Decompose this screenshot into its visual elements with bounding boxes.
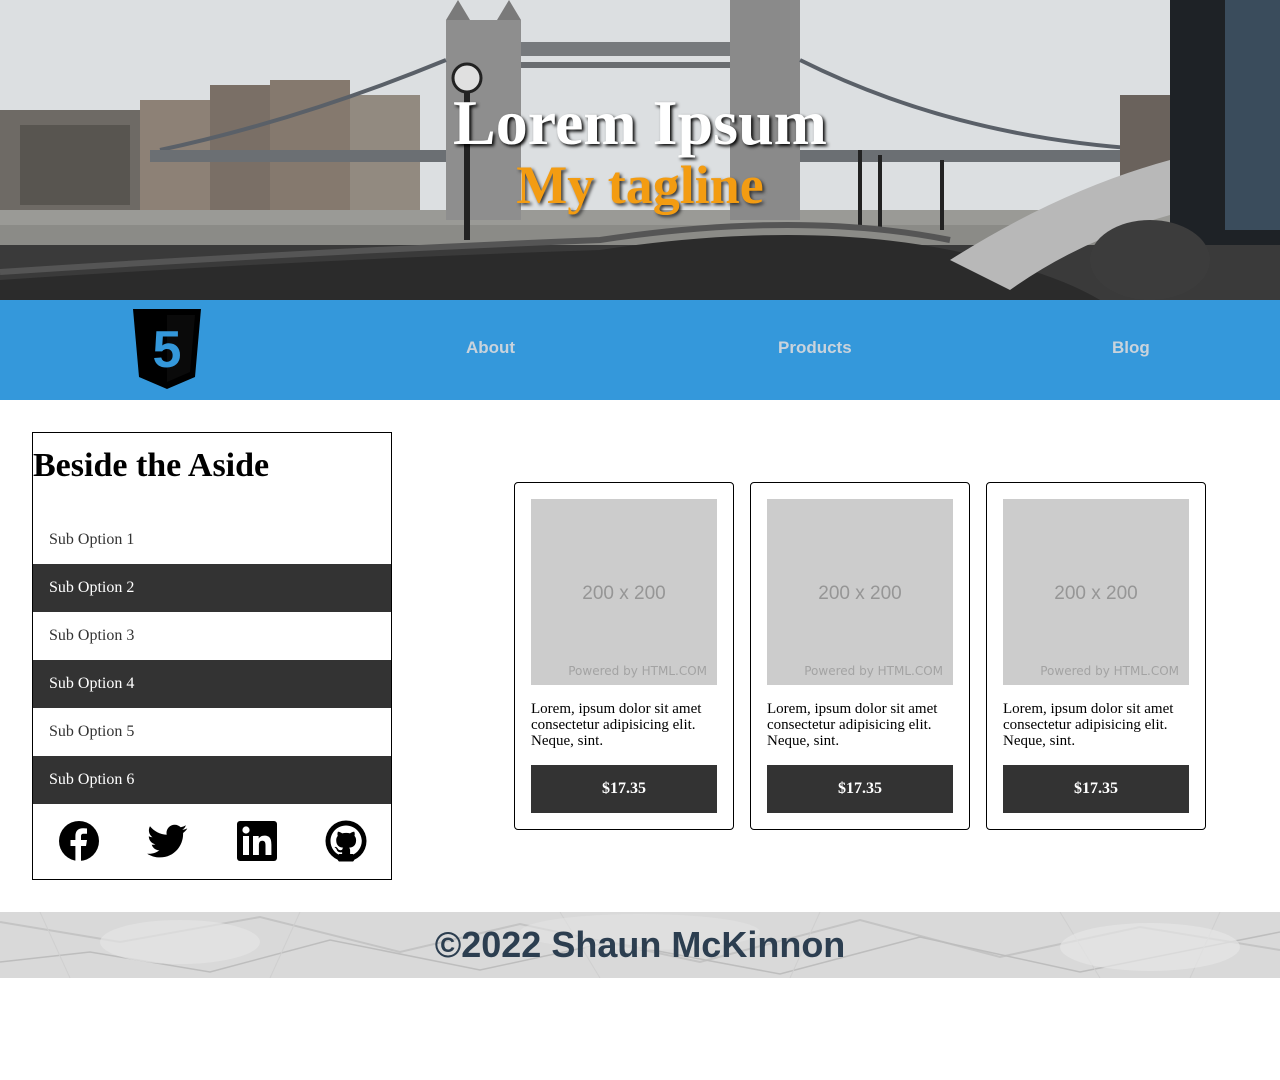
sidebar-item-1[interactable]: Sub Option 1	[33, 516, 391, 564]
product-image-placeholder: 200 x 200 Powered by HTML.COM	[1003, 499, 1189, 685]
twitter-icon[interactable]	[146, 820, 188, 862]
product-description: Lorem, ipsum dolor sit amet consectetur …	[531, 701, 702, 749]
html5-shield-icon[interactable]: 5	[133, 309, 201, 389]
facebook-icon[interactable]	[58, 820, 100, 862]
product-description: Lorem, ipsum dolor sit amet consectetur …	[1003, 701, 1174, 749]
image-credit: Powered by HTML.COM	[804, 664, 943, 678]
sidebar-menu: Sub Option 1 Sub Option 2 Sub Option 3 S…	[33, 516, 391, 804]
nav-link-blog[interactable]: Blog	[1112, 338, 1150, 358]
linkedin-icon[interactable]	[236, 820, 278, 862]
image-credit: Powered by HTML.COM	[1040, 664, 1179, 678]
product-image-placeholder: 200 x 200 Powered by HTML.COM	[531, 499, 717, 685]
price-button[interactable]: $17.35	[1003, 765, 1189, 813]
product-card: 200 x 200 Powered by HTML.COM Lorem, ips…	[986, 482, 1206, 830]
image-credit: Powered by HTML.COM	[568, 664, 707, 678]
footer: ©2022 Shaun McKinnon	[0, 912, 1280, 978]
product-description: Lorem, ipsum dolor sit amet consectetur …	[767, 701, 938, 749]
main-nav: 5 About Products Blog	[0, 300, 1280, 400]
hero-tagline: My tagline	[516, 155, 764, 215]
nav-link-about[interactable]: About	[466, 338, 515, 358]
sidebar-item-2[interactable]: Sub Option 2	[33, 564, 391, 612]
github-icon[interactable]	[325, 820, 367, 862]
product-card: 200 x 200 Powered by HTML.COM Lorem, ips…	[514, 482, 734, 830]
copyright-text: ©2022 Shaun McKinnon	[434, 924, 846, 965]
sidebar-item-5[interactable]: Sub Option 5	[33, 708, 391, 756]
sidebar-item-6[interactable]: Sub Option 6	[33, 756, 391, 804]
nav-link-products[interactable]: Products	[778, 338, 852, 358]
sidebar-title: Beside the Aside	[33, 447, 270, 484]
sidebar: Beside the Aside Sub Option 1 Sub Option…	[32, 432, 392, 880]
sidebar-item-4[interactable]: Sub Option 4	[33, 660, 391, 708]
hero-banner: Lorem Ipsum My tagline	[0, 0, 1280, 300]
product-image-placeholder: 200 x 200 Powered by HTML.COM	[767, 499, 953, 685]
sidebar-item-3[interactable]: Sub Option 3	[33, 612, 391, 660]
price-button[interactable]: $17.35	[531, 765, 717, 813]
image-dimensions-label: 200 x 200	[818, 583, 902, 604]
social-links	[33, 804, 391, 880]
price-button[interactable]: $17.35	[767, 765, 953, 813]
image-dimensions-label: 200 x 200	[582, 583, 666, 604]
image-dimensions-label: 200 x 200	[1054, 583, 1138, 604]
hero-title: Lorem Ipsum	[453, 87, 827, 158]
logo-digit: 5	[153, 321, 182, 379]
product-card: 200 x 200 Powered by HTML.COM Lorem, ips…	[750, 482, 970, 830]
